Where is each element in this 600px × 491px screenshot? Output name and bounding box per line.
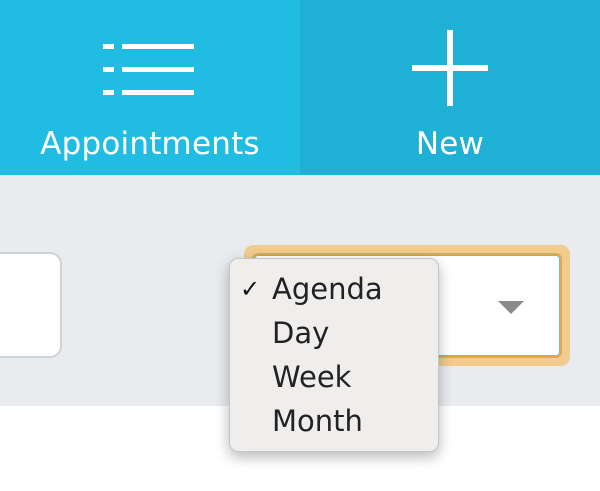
menu-item-label: Day xyxy=(272,316,330,350)
tab-new-label: New xyxy=(415,126,485,162)
menu-item-week[interactable]: Week xyxy=(230,355,438,399)
search-input[interactable] xyxy=(0,252,62,358)
checkmark-icon: ✓ xyxy=(240,275,261,303)
tab-appointments[interactable]: Appointments xyxy=(0,0,300,175)
chevron-down-icon[interactable] xyxy=(498,301,524,314)
menu-item-label: Agenda xyxy=(272,272,383,306)
menu-item-label: Month xyxy=(272,404,363,438)
menu-item-month[interactable]: Month xyxy=(230,399,438,443)
menu-item-day[interactable]: Day xyxy=(230,311,438,355)
plus-icon xyxy=(300,30,600,106)
top-navigation-bar: Appointments New xyxy=(0,0,600,175)
tab-appointments-label: Appointments xyxy=(40,126,260,162)
list-icon xyxy=(0,30,300,106)
view-dropdown-menu: ✓ Agenda Day Week Month xyxy=(229,258,439,452)
tab-new[interactable]: New xyxy=(300,0,600,175)
menu-item-label: Week xyxy=(272,360,352,394)
menu-item-agenda[interactable]: ✓ Agenda xyxy=(230,267,438,311)
